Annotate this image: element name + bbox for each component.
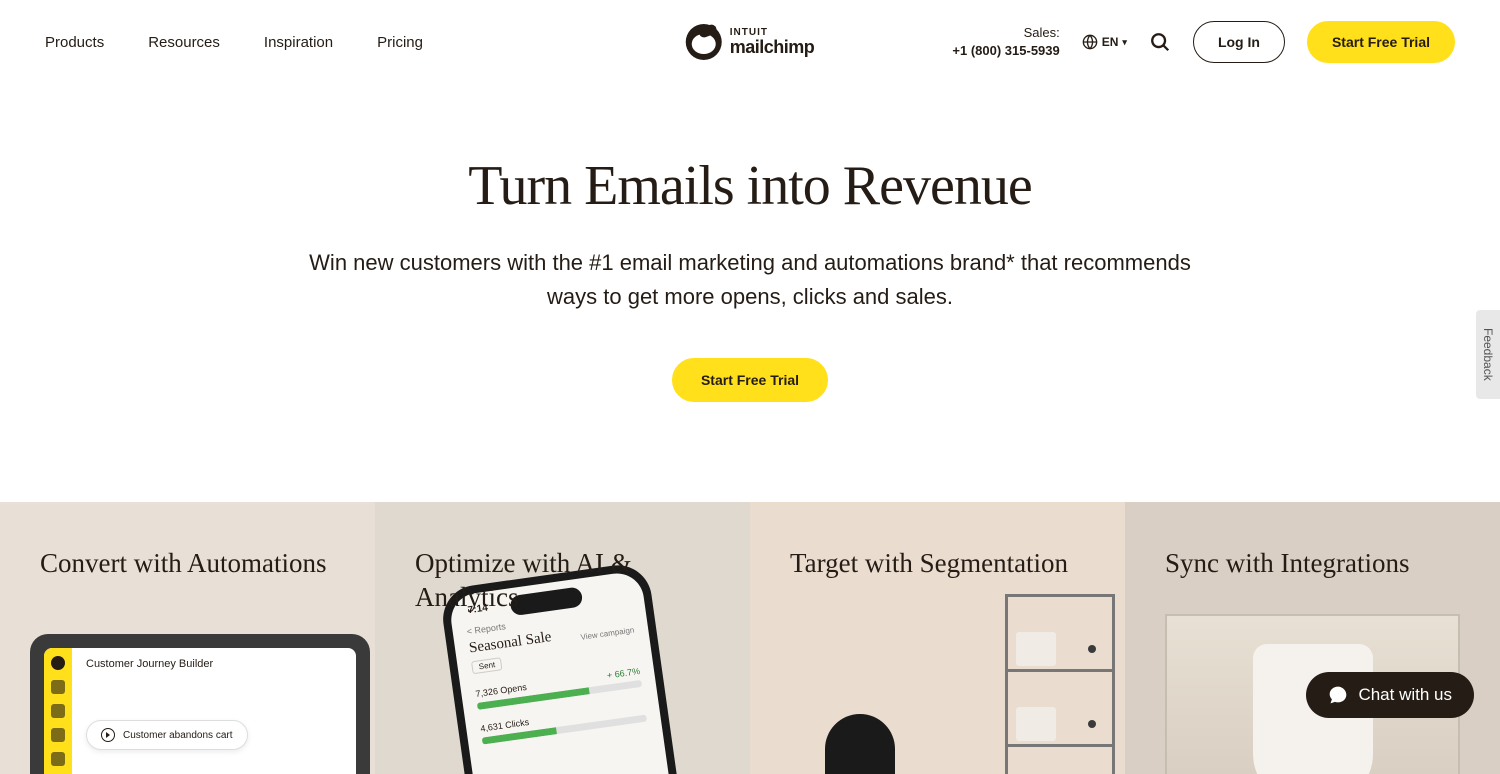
shelf-mock [1005,594,1115,774]
header: Products Resources Inspiration Pricing I… [0,0,1500,84]
logo-mailchimp: mailchimp [730,38,815,56]
chat-label: Chat with us [1358,685,1452,705]
sales-label: Sales: [952,24,1059,42]
hero-title: Turn Emails into Revenue [20,154,1480,218]
feature-segmentation[interactable]: Target with Segmentation [750,502,1125,774]
phone-tag: Sent [471,657,503,674]
tablet-card: Customer abandons cart [86,720,248,750]
login-button[interactable]: Log In [1193,21,1285,63]
caret-down-icon: ▾ [1122,37,1127,48]
nav-pricing[interactable]: Pricing [377,34,423,51]
feature-title: Target with Segmentation [790,547,1085,581]
feedback-tab[interactable]: Feedback [1476,310,1500,399]
feature-analytics[interactable]: Optimize with AI & Analytics 7:14 < Repo… [375,502,750,774]
feature-integrations[interactable]: Sync with Integrations [1125,502,1500,774]
header-right: Sales: +1 (800) 315-5939 EN ▾ Log In Sta… [952,21,1455,63]
tablet-mock: Customer Journey Builder Customer abando… [30,634,370,774]
mailchimp-icon [686,24,722,60]
feature-title: Optimize with AI & Analytics [415,547,710,615]
nav-resources[interactable]: Resources [148,34,220,51]
sales-phone[interactable]: +1 (800) 315-5939 [952,42,1059,60]
search-icon[interactable] [1149,31,1171,53]
feature-title: Convert with Automations [40,547,335,581]
nav-inspiration[interactable]: Inspiration [264,34,333,51]
hero-cta-button[interactable]: Start Free Trial [672,358,828,402]
nav-left: Products Resources Inspiration Pricing [45,34,423,51]
language-selector[interactable]: EN ▾ [1082,34,1127,50]
hero-subtitle: Win new customers with the #1 email mark… [300,246,1200,314]
features-row: Convert with Automations Customer Journe… [0,502,1500,774]
sales-info: Sales: +1 (800) 315-5939 [952,24,1059,60]
hero: Turn Emails into Revenue Win new custome… [0,84,1500,502]
feature-title: Sync with Integrations [1165,547,1460,581]
chat-button[interactable]: Chat with us [1306,672,1474,718]
tablet-title: Customer Journey Builder [86,658,342,670]
feature-automations[interactable]: Convert with Automations Customer Journe… [0,502,375,774]
person-mock [810,714,910,774]
nav-products[interactable]: Products [45,34,104,51]
start-trial-button[interactable]: Start Free Trial [1307,21,1455,63]
logo[interactable]: INTUIT mailchimp [686,24,815,60]
lang-label: EN [1102,35,1119,49]
chat-icon [1328,685,1348,705]
play-icon [101,728,115,742]
globe-icon [1082,34,1098,50]
